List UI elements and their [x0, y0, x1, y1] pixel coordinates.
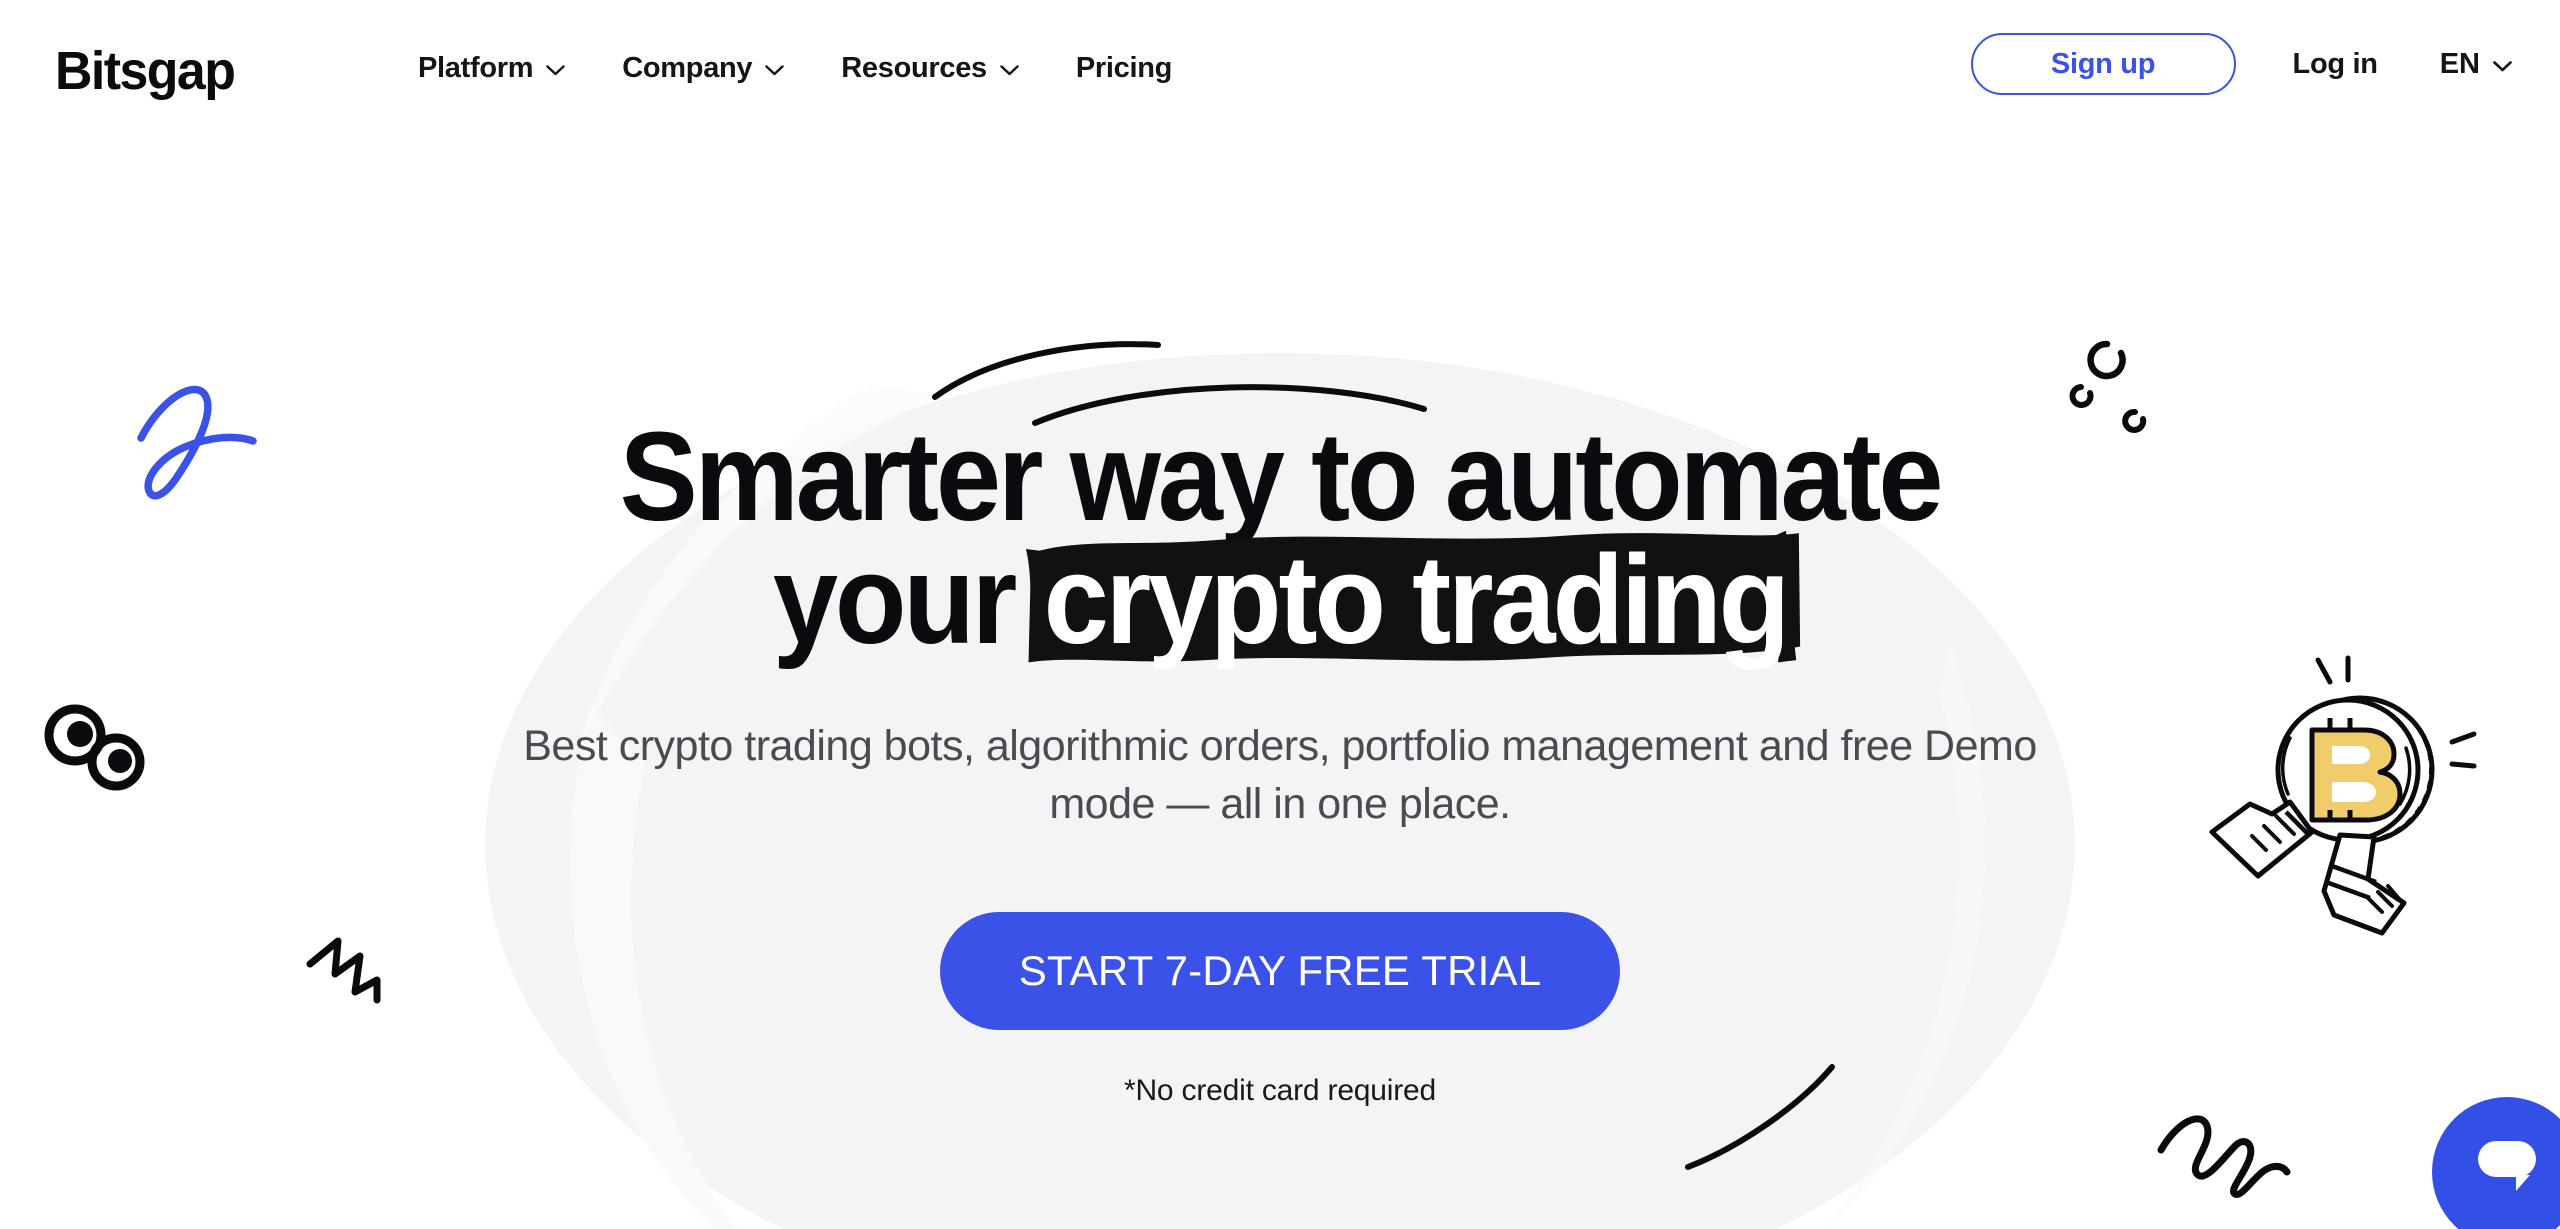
page-root: Bitsgap Platform Company Resources Prici…: [0, 0, 2560, 1229]
headline-line-2: your crypto trading: [490, 531, 2071, 663]
nav-links: Platform Company Resources Pricing: [418, 52, 1172, 85]
nav-item-pricing[interactable]: Pricing: [1075, 52, 1173, 85]
nav-item-company[interactable]: Company: [622, 52, 784, 85]
chevron-down-icon: [1000, 65, 1019, 76]
nav-item-resources[interactable]: Resources: [841, 52, 1019, 85]
start-free-trial-button[interactable]: START 7-DAY FREE TRIAL: [940, 911, 1620, 1030]
login-link[interactable]: Log in: [2293, 48, 2378, 81]
signup-button[interactable]: Sign up: [1970, 33, 2236, 95]
language-selector[interactable]: EN: [2440, 48, 2512, 81]
wave-doodle: [2155, 1108, 2295, 1213]
headline-plain-text: your: [772, 529, 1044, 671]
hero-section: Smarter way to automate your crypto trad…: [0, 0, 2560, 1108]
headline-highlight-text: crypto trading: [1043, 529, 1791, 671]
headline-line-1: Smarter way to automate: [619, 406, 1944, 547]
brand-logo[interactable]: Bitsgap: [55, 44, 236, 98]
nav-actions: Sign up Log in EN: [1970, 33, 2512, 95]
nav-item-platform[interactable]: Platform: [418, 52, 565, 85]
chevron-down-icon: [546, 65, 565, 76]
chat-widget-button[interactable]: [2432, 1097, 2560, 1229]
cta-disclaimer: *No credit card required: [1123, 1073, 1437, 1107]
chevron-down-icon: [2493, 60, 2512, 72]
hero-subtitle: Best crypto trading bots, algorithmic or…: [523, 721, 2037, 829]
chat-bubble-icon: [2474, 1140, 2540, 1204]
nav-item-label: Resources: [841, 52, 987, 84]
nav-item-label: Platform: [418, 52, 534, 84]
language-selector-label: EN: [2439, 47, 2480, 80]
nav-item-label: Company: [622, 52, 753, 84]
top-navigation-bar: Bitsgap Platform Company Resources Prici…: [0, 0, 2560, 150]
nav-item-label: Pricing: [1075, 52, 1173, 84]
headline-highlight: crypto trading: [1025, 531, 1800, 663]
page-title: Smarter way to automate your crypto trad…: [430, 406, 2130, 663]
cta-container: START 7-DAY FREE TRIAL: [940, 911, 1620, 1030]
chevron-down-icon: [765, 65, 784, 76]
